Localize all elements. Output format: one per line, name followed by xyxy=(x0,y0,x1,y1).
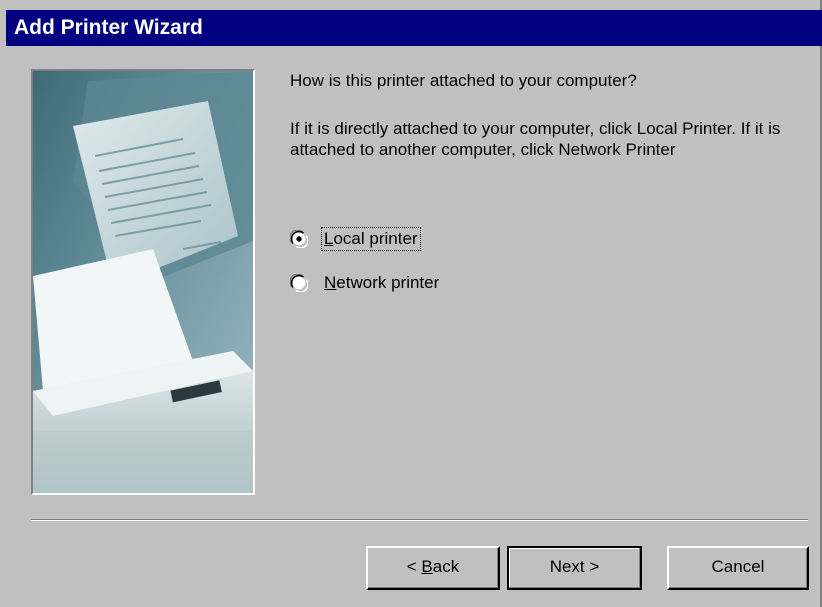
network-printer-access-key: N xyxy=(324,273,337,292)
back-label-prefix: < xyxy=(406,557,422,576)
printer-illustration-icon xyxy=(31,69,255,495)
local-printer-label[interactable]: Local printer xyxy=(321,227,421,251)
network-printer-option[interactable]: Network printer xyxy=(290,270,441,296)
title-bar[interactable]: Add Printer Wizard xyxy=(6,10,822,46)
radio-selected-icon[interactable] xyxy=(290,230,308,248)
local-printer-option[interactable]: Local printer xyxy=(290,226,421,252)
cancel-label: Cancel xyxy=(711,557,765,576)
next-label: Next > xyxy=(549,557,600,576)
back-button[interactable]: < Back xyxy=(366,546,500,590)
network-printer-label-rest: etwork printer xyxy=(336,273,440,292)
window-title: Add Printer Wizard xyxy=(14,16,203,39)
next-button[interactable]: Next > xyxy=(507,546,642,590)
back-label-rest: ack xyxy=(432,557,460,576)
network-printer-label[interactable]: Network printer xyxy=(322,272,441,294)
hint-text: If it is directly attached to your compu… xyxy=(290,119,781,159)
cancel-button[interactable]: Cancel xyxy=(667,546,809,590)
back-access-key: B xyxy=(421,557,433,576)
radio-unselected-icon[interactable] xyxy=(290,274,308,292)
separator xyxy=(31,519,808,521)
prompt-text: How is this printer attached to your com… xyxy=(290,71,637,90)
local-printer-label-rest: ocal printer xyxy=(333,229,418,248)
add-printer-wizard-window: Add Printer Wizard How is this printer a… xyxy=(0,0,822,607)
